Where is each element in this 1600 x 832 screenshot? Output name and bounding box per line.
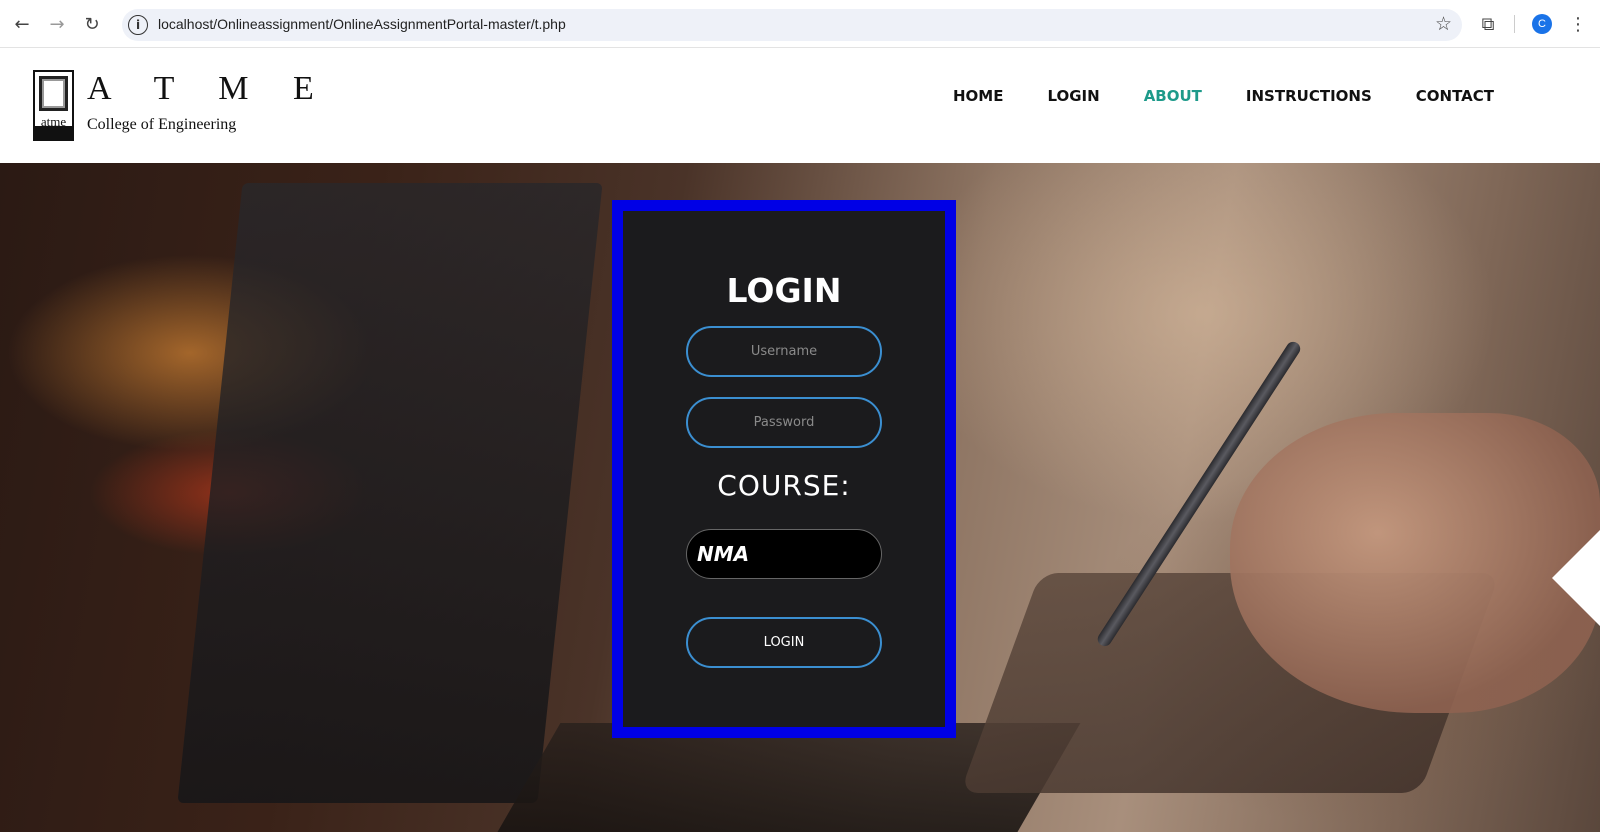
hand-graphic — [1230, 413, 1600, 713]
password-input[interactable] — [686, 397, 882, 448]
login-button[interactable]: LOGIN — [686, 617, 882, 668]
nav-login[interactable]: LOGIN — [1025, 87, 1121, 105]
site-info-icon[interactable]: i — [128, 15, 148, 35]
course-label: COURSE: — [717, 469, 851, 502]
nav-about[interactable]: ABOUT — [1122, 87, 1224, 105]
address-bar[interactable]: i localhost/Onlineassignment/OnlineAssig… — [122, 9, 1462, 41]
main-nav: HOME LOGIN ABOUT INSTRUCTIONS CONTACT — [931, 87, 1516, 105]
college-logo[interactable]: atme — [33, 70, 74, 141]
course-select[interactable]: NMA — [686, 529, 882, 579]
brand-subtitle: College of Engineering — [87, 116, 237, 133]
login-form: LOGIN COURSE: NMA LOGIN — [612, 200, 956, 738]
reload-icon[interactable]: ↻ — [80, 12, 104, 36]
browser-toolbar: ← → ↻ i localhost/Onlineassignment/Onlin… — [0, 0, 1600, 48]
logo-strip — [35, 126, 72, 139]
username-input[interactable] — [686, 326, 882, 377]
forward-icon[interactable]: → — [45, 12, 69, 36]
nav-instructions[interactable]: INSTRUCTIONS — [1224, 87, 1394, 105]
toolbar-divider — [1514, 15, 1515, 33]
site-header: atme A T M E College of Engineering HOME… — [0, 48, 1600, 163]
laptop-screen-graphic — [177, 183, 603, 803]
profile-avatar[interactable]: C — [1532, 14, 1552, 34]
slider-next-arrow[interactable] — [1552, 528, 1600, 628]
extensions-icon[interactable]: ⧉ — [1476, 12, 1500, 36]
brand-name: A T M E — [87, 70, 332, 107]
logo-frame — [39, 76, 68, 111]
browser-menu-icon[interactable]: ⋮ — [1566, 12, 1590, 36]
back-icon[interactable]: ← — [10, 12, 34, 36]
bookmark-star-icon[interactable]: ☆ — [1435, 13, 1452, 35]
nav-contact[interactable]: CONTACT — [1394, 87, 1516, 105]
url-text[interactable]: localhost/Onlineassignment/OnlineAssignm… — [158, 16, 566, 32]
nav-home[interactable]: HOME — [931, 87, 1025, 105]
login-title: LOGIN — [726, 271, 842, 310]
